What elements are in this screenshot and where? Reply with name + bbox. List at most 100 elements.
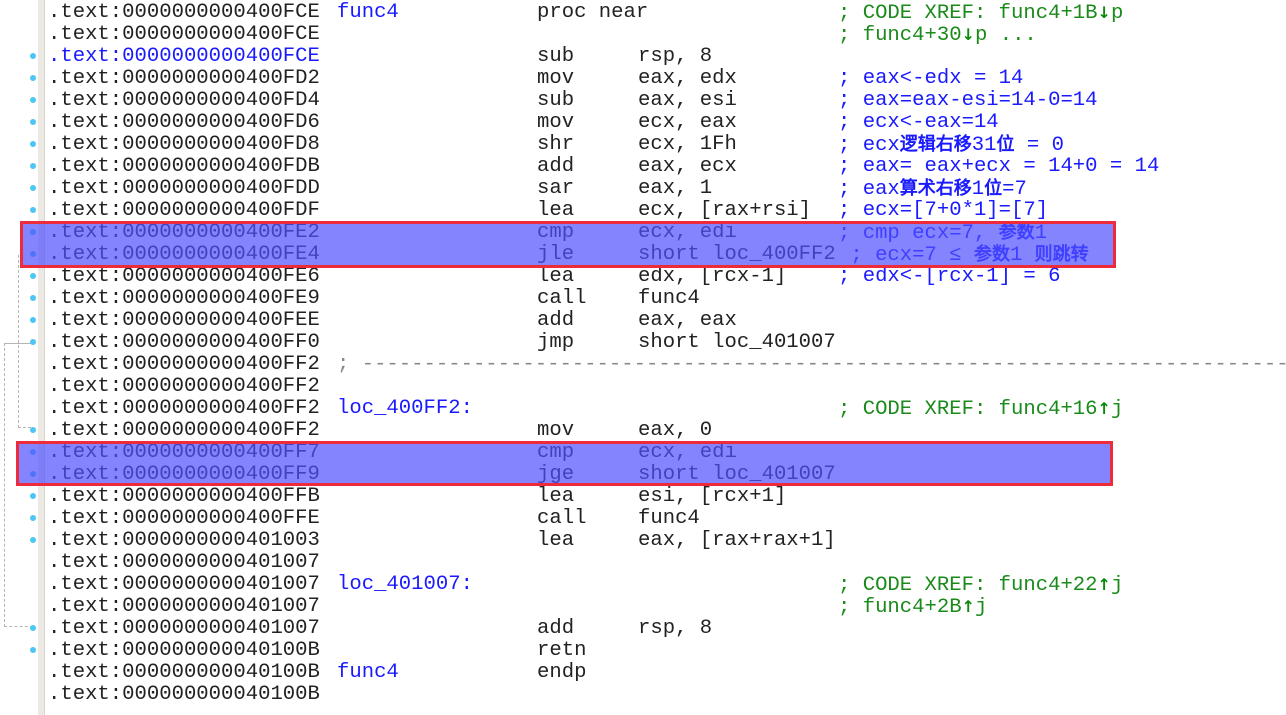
- listing-line[interactable]: .text:0000000000400FE9 call func4: [0, 288, 1286, 310]
- comment-text: ; ecx=[7+0*1]=[7]: [838, 199, 1049, 222]
- label[interactable]: func4: [337, 2, 399, 24]
- comment-text: j: [1110, 574, 1124, 597]
- xref-arrow-icon: ↓: [1097, 3, 1111, 22]
- listing-line[interactable]: .text:0000000000400FEE add eax, eax: [0, 310, 1286, 332]
- listing-line[interactable]: .text:0000000000400FD6 mov ecx, eax ; ecx<-…: [0, 112, 1286, 134]
- breakpoint-dot-icon[interactable]: [30, 647, 36, 653]
- comment-text: ; edx<-[rcx-1] = 6: [838, 265, 1061, 288]
- comment-text: p: [1110, 2, 1124, 25]
- mnemonic: mov: [537, 67, 575, 90]
- breakpoint-dot-icon[interactable]: [30, 75, 36, 81]
- address: .text:0000000000400FD2: [48, 67, 320, 90]
- address: .text:0000000000400FF2: [48, 397, 320, 420]
- operands[interactable]: short loc_401007: [638, 332, 836, 354]
- breakpoint-dot-icon[interactable]: [30, 185, 36, 191]
- listing-line[interactable]: .text:0000000000401007: [0, 552, 1286, 574]
- breakpoint-dot-icon[interactable]: [30, 339, 36, 345]
- breakpoint-dot-icon[interactable]: [30, 97, 36, 103]
- breakpoint-dot-icon[interactable]: [30, 515, 36, 521]
- breakpoint-dot-icon[interactable]: [30, 295, 36, 301]
- operands[interactable]: ecx, [rax+rsi]: [638, 200, 811, 222]
- listing-line[interactable]: .text:0000000000400FD4 sub eax, esi ; eax=e…: [0, 90, 1286, 112]
- listing-line[interactable]: .text:0000000000400FCE ; func4+30↓p ...: [0, 23, 1286, 47]
- operands[interactable]: eax, eax: [638, 310, 737, 332]
- listing-line[interactable]: .text:000000000040100B: [0, 684, 1286, 706]
- listing-line[interactable]: .text:0000000000401003 lea eax, [rax+rax+1…: [0, 530, 1286, 552]
- listing-line[interactable]: .text:0000000000401007 ; func4+2B↑j: [0, 596, 1286, 619]
- listing-line[interactable]: .text:0000000000400FCE func4 proc near ; CO…: [0, 1, 1286, 25]
- operands[interactable]: eax, 1: [638, 178, 712, 200]
- breakpoint-dot-icon[interactable]: [30, 625, 36, 631]
- listing-line[interactable]: .text:0000000000400FDB add eax, ecx ; eax= …: [0, 156, 1286, 178]
- operands[interactable]: esi, [rcx+1]: [638, 486, 786, 508]
- comment-text: ; eax= eax+ecx = 14+0 = 14: [838, 155, 1160, 178]
- mnemonic: add: [537, 155, 575, 178]
- address: .text:0000000000400FFB: [48, 485, 320, 508]
- listing-line[interactable]: .text:0000000000401007 add rsp, 8: [0, 618, 1286, 640]
- comment: ; eax算术右移1位=7: [838, 178, 1027, 201]
- label[interactable]: loc_400FF2:: [337, 398, 473, 420]
- breakpoint-dot-icon[interactable]: [30, 53, 36, 59]
- address: .text:0000000000401007: [48, 617, 320, 640]
- comment: ; CODE XREF: func4+1B↓p: [838, 2, 1123, 25]
- breakpoint-dot-icon[interactable]: [30, 119, 36, 125]
- highlight-box-cmp-jge: [16, 441, 1113, 486]
- listing-line[interactable]: .text:0000000000400FF2: [0, 376, 1286, 398]
- address: .text:0000000000400FCE: [48, 23, 320, 46]
- listing-line[interactable]: .text:0000000000400FFB lea esi, [rcx+1]: [0, 486, 1286, 508]
- operands[interactable]: ecx, eax: [638, 112, 737, 134]
- listing-line[interactable]: .text:0000000000400FF2 loc_400FF2: ; CODE …: [0, 397, 1286, 421]
- address: .text:0000000000400FD4: [48, 89, 320, 112]
- listing-line[interactable]: .text:0000000000400FDF lea ecx, [rax+rsi];…: [0, 200, 1286, 222]
- mnemonic: lea: [537, 265, 575, 288]
- listing-line[interactable]: .text:0000000000400FCE sub rsp, 8: [0, 46, 1286, 68]
- breakpoint-dot-icon[interactable]: [30, 493, 36, 499]
- breakpoint-dot-icon[interactable]: [30, 163, 36, 169]
- comment-text: ; func4+2B: [838, 596, 962, 619]
- separator: ; --------------------------------------…: [337, 353, 1286, 376]
- listing-line[interactable]: .text:000000000040100B retn: [0, 640, 1286, 662]
- comment-text: ; eax=eax-esi=14-0=14: [838, 89, 1098, 112]
- operands[interactable]: edx, [rcx-1]: [638, 266, 786, 288]
- breakpoint-dot-icon[interactable]: [30, 317, 36, 323]
- breakpoint-dot-icon[interactable]: [30, 141, 36, 147]
- operands[interactable]: ecx, 1Fh: [638, 134, 737, 156]
- listing-line[interactable]: .text:0000000000400FDD sar eax, 1 ; eax算术右移…: [0, 178, 1286, 201]
- listing-line[interactable]: .text:0000000000400FFE call func4: [0, 508, 1286, 530]
- mnemonic: jmp: [537, 331, 575, 354]
- listing-line[interactable]: .text:000000000040100B func4 endp: [0, 662, 1286, 684]
- operands[interactable]: func4: [638, 288, 700, 310]
- breakpoint-dot-icon[interactable]: [30, 537, 36, 543]
- listing-line[interactable]: .text:0000000000400FD2 mov eax, edx ; eax<-…: [0, 68, 1286, 90]
- breakpoint-dot-icon[interactable]: [30, 207, 36, 213]
- breakpoint-dot-icon[interactable]: [30, 427, 36, 433]
- listing-line[interactable]: .text:0000000000400FE6 lea edx, [rcx-1] ; e…: [0, 266, 1286, 288]
- address: .text:0000000000400FFE: [48, 507, 320, 530]
- comment-text: j: [975, 596, 988, 619]
- mnemonic: call: [537, 287, 587, 310]
- mnemonic: add: [537, 617, 575, 640]
- operands[interactable]: eax, ecx: [638, 156, 737, 178]
- operands[interactable]: eax, edx: [638, 68, 737, 90]
- operands[interactable]: eax, [rax+rax+1]: [638, 530, 836, 552]
- listing-line[interactable]: .text:0000000000400FF2 mov eax, 0: [0, 420, 1286, 442]
- address: .text:0000000000400FF2: [48, 375, 320, 398]
- comment-text: 位: [996, 134, 1015, 155]
- address: .text:0000000000400FF2: [48, 419, 320, 442]
- operands[interactable]: eax, esi: [638, 90, 737, 112]
- breakpoint-dot-icon[interactable]: [30, 273, 36, 279]
- listing-line[interactable]: .text:0000000000400FF2 ; ----------------…: [0, 354, 1286, 376]
- address: .text:0000000000400FEE: [48, 309, 320, 332]
- listing-line[interactable]: .text:0000000000400FF0 jmp short loc_40100…: [0, 332, 1286, 354]
- operands[interactable]: rsp, 8: [638, 618, 712, 640]
- operands[interactable]: rsp, 8: [638, 46, 712, 68]
- mnemonic: proc near: [537, 1, 649, 24]
- listing-line[interactable]: .text:0000000000401007 loc_401007: ; CODE …: [0, 574, 1286, 597]
- comment-text: 1: [971, 178, 985, 201]
- operands[interactable]: eax, 0: [638, 420, 712, 442]
- label[interactable]: loc_401007:: [337, 574, 473, 596]
- comment: ; eax= eax+ecx = 14+0 = 14: [838, 156, 1159, 178]
- listing-line[interactable]: .text:0000000000400FD8 shr ecx, 1Fh ; ecx逻辑…: [0, 134, 1286, 157]
- operands[interactable]: func4: [638, 508, 700, 530]
- label[interactable]: func4: [337, 662, 399, 684]
